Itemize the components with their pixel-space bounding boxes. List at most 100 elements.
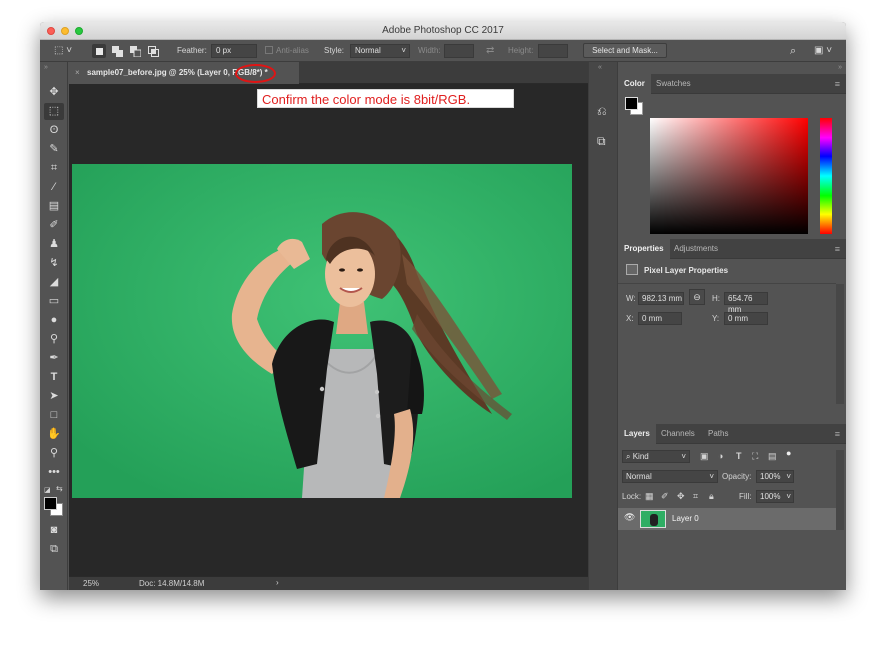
- marquee-preset-icon[interactable]: ⬚ ˅: [54, 44, 72, 58]
- fill-field[interactable]: 100% ˅: [756, 490, 794, 503]
- height-input[interactable]: [538, 44, 568, 58]
- height-field[interactable]: 654.76 mm: [724, 292, 768, 314]
- tab-channels[interactable]: Channels: [655, 424, 701, 444]
- history-icon[interactable]: ⎌: [597, 104, 607, 119]
- hue-slider[interactable]: [820, 118, 832, 234]
- eraser-tool-icon[interactable]: ◢: [44, 274, 64, 291]
- lock-transparent-icon[interactable]: ▦: [645, 491, 654, 502]
- panel-menu-icon[interactable]: ≡: [835, 79, 840, 89]
- eyedropper-tool-icon[interactable]: ⁄: [44, 179, 64, 196]
- filter-adjustment-icon[interactable]: ◑: [718, 451, 723, 461]
- filter-smart-icon[interactable]: ▤: [768, 451, 777, 462]
- chevron-down-icon: ˅: [786, 472, 791, 481]
- annotation-callout: Confirm the color mode is 8bit/RGB.: [257, 89, 514, 108]
- width-input[interactable]: [444, 44, 474, 58]
- rectangle-tool-icon[interactable]: □: [44, 407, 64, 424]
- filter-toggle-icon[interactable]: ●: [786, 448, 791, 458]
- pen-tool-icon[interactable]: ✒: [44, 350, 64, 367]
- quick-mask-icon[interactable]: ◙: [44, 522, 64, 539]
- healing-brush-tool-icon[interactable]: ▤: [44, 198, 64, 215]
- x-field[interactable]: 0 mm: [638, 312, 682, 325]
- filter-shape-icon[interactable]: ⛶: [752, 451, 758, 462]
- swap-colors-icon[interactable]: ⇆: [56, 484, 63, 493]
- eye-icon[interactable]: 👁︎: [624, 512, 635, 523]
- fill-label: Fill:: [739, 492, 752, 501]
- right-panels: » Color Swatches ≡ Properties Adjustment…: [618, 62, 846, 590]
- dodge-tool-icon[interactable]: ⚲: [44, 331, 64, 348]
- panel-menu-icon[interactable]: ≡: [835, 244, 840, 254]
- opacity-field[interactable]: 100% ˅: [756, 470, 794, 483]
- tab-layers[interactable]: Layers: [618, 424, 656, 444]
- image-canvas[interactable]: [72, 164, 572, 498]
- select-and-mask-button[interactable]: Select and Mask...: [583, 43, 667, 58]
- zoom-level[interactable]: 25%: [83, 579, 99, 588]
- properties-scrollbar[interactable]: [836, 284, 844, 404]
- pixel-layer-icon: [626, 264, 638, 275]
- width-field[interactable]: 982.13 mm: [638, 292, 684, 305]
- panel-menu-icon[interactable]: ≡: [835, 429, 840, 439]
- layers-scrollbar[interactable]: [836, 450, 844, 530]
- layer-filter-select[interactable]: ⌕ Kind ˅: [622, 450, 690, 463]
- new-selection-icon[interactable]: [92, 44, 106, 58]
- tab-color[interactable]: Color: [618, 74, 651, 94]
- lock-artboard-icon[interactable]: ⌗: [693, 491, 698, 502]
- color-field[interactable]: [650, 118, 808, 234]
- document-area: × sample07_before.jpg @ 25% (Layer 0, RG…: [69, 62, 588, 590]
- close-window-button[interactable]: [47, 27, 55, 35]
- marquee-tool-icon[interactable]: ⬚: [44, 103, 64, 120]
- style-select[interactable]: Normal ˅: [350, 44, 410, 58]
- zoom-window-button[interactable]: [75, 27, 83, 35]
- chevron-down-icon: ˅: [401, 46, 406, 55]
- y-field[interactable]: 0 mm: [724, 312, 768, 325]
- hand-tool-icon[interactable]: ✋: [44, 426, 64, 443]
- chevron-right-icon[interactable]: ›: [276, 578, 279, 587]
- layer-filter-value: Kind: [632, 452, 649, 461]
- filter-type-icon[interactable]: T: [736, 451, 742, 461]
- tab-paths[interactable]: Paths: [702, 424, 734, 444]
- feather-input[interactable]: 0 px: [211, 44, 257, 58]
- blur-tool-icon[interactable]: ●: [44, 312, 64, 329]
- color-fg-swatch[interactable]: [625, 97, 638, 110]
- collapse-panels-icon[interactable]: »: [838, 64, 842, 71]
- tab-swatches[interactable]: Swatches: [650, 74, 697, 94]
- foreground-color-swatch[interactable]: [44, 497, 57, 510]
- default-colors-icon[interactable]: ◪: [44, 486, 51, 494]
- path-selection-tool-icon[interactable]: ➤: [44, 388, 64, 405]
- lock-pixels-icon[interactable]: ✐: [661, 491, 669, 502]
- history-brush-tool-icon[interactable]: ↯: [44, 255, 64, 272]
- subtract-selection-icon[interactable]: [128, 44, 142, 58]
- lasso-tool-icon[interactable]: ʘ: [44, 122, 64, 139]
- layer-name[interactable]: Layer 0: [672, 514, 699, 523]
- lock-all-icon[interactable]: 🔒︎: [709, 491, 714, 502]
- layer-row[interactable]: 👁︎ Layer 0: [618, 508, 836, 530]
- screen-mode-icon[interactable]: ⧉: [44, 541, 64, 558]
- type-tool-icon[interactable]: T: [44, 369, 64, 386]
- blend-mode-select[interactable]: Normal ˅: [622, 470, 718, 483]
- link-icon[interactable]: ⊖: [689, 289, 705, 305]
- minimize-window-button[interactable]: [61, 27, 69, 35]
- quick-select-tool-icon[interactable]: ✎: [44, 141, 64, 158]
- zoom-tool-icon[interactable]: ⚲: [44, 445, 64, 462]
- tab-adjustments[interactable]: Adjustments: [668, 239, 724, 259]
- crop-tool-icon[interactable]: ⌗: [44, 160, 64, 177]
- expand-icon[interactable]: «: [598, 64, 602, 71]
- more-tools-icon[interactable]: •••: [44, 464, 64, 481]
- gradient-tool-icon[interactable]: ▭: [44, 293, 64, 310]
- clone-stamp-tool-icon[interactable]: ♟: [44, 236, 64, 253]
- tab-properties[interactable]: Properties: [618, 239, 670, 259]
- blend-mode-value: Normal: [626, 472, 652, 481]
- swap-icon[interactable]: ⇄: [486, 44, 494, 58]
- add-selection-icon[interactable]: [110, 44, 124, 58]
- chevron-down-icon: ˅: [709, 472, 714, 481]
- lock-position-icon[interactable]: ✥: [677, 491, 685, 502]
- properties-icon[interactable]: ⧉: [597, 134, 606, 149]
- close-tab-icon[interactable]: ×: [75, 62, 80, 84]
- collapse-icon[interactable]: »: [44, 64, 48, 71]
- antialias-checkbox[interactable]: [265, 44, 276, 58]
- workspace-icon[interactable]: ▣ ˅: [814, 44, 832, 58]
- filter-pixel-icon[interactable]: ▣: [700, 451, 709, 462]
- search-icon[interactable]: ⌕: [790, 44, 796, 58]
- move-tool-icon[interactable]: ✥: [44, 84, 64, 101]
- brush-tool-icon[interactable]: ✐: [44, 217, 64, 234]
- intersect-selection-icon[interactable]: [146, 44, 160, 58]
